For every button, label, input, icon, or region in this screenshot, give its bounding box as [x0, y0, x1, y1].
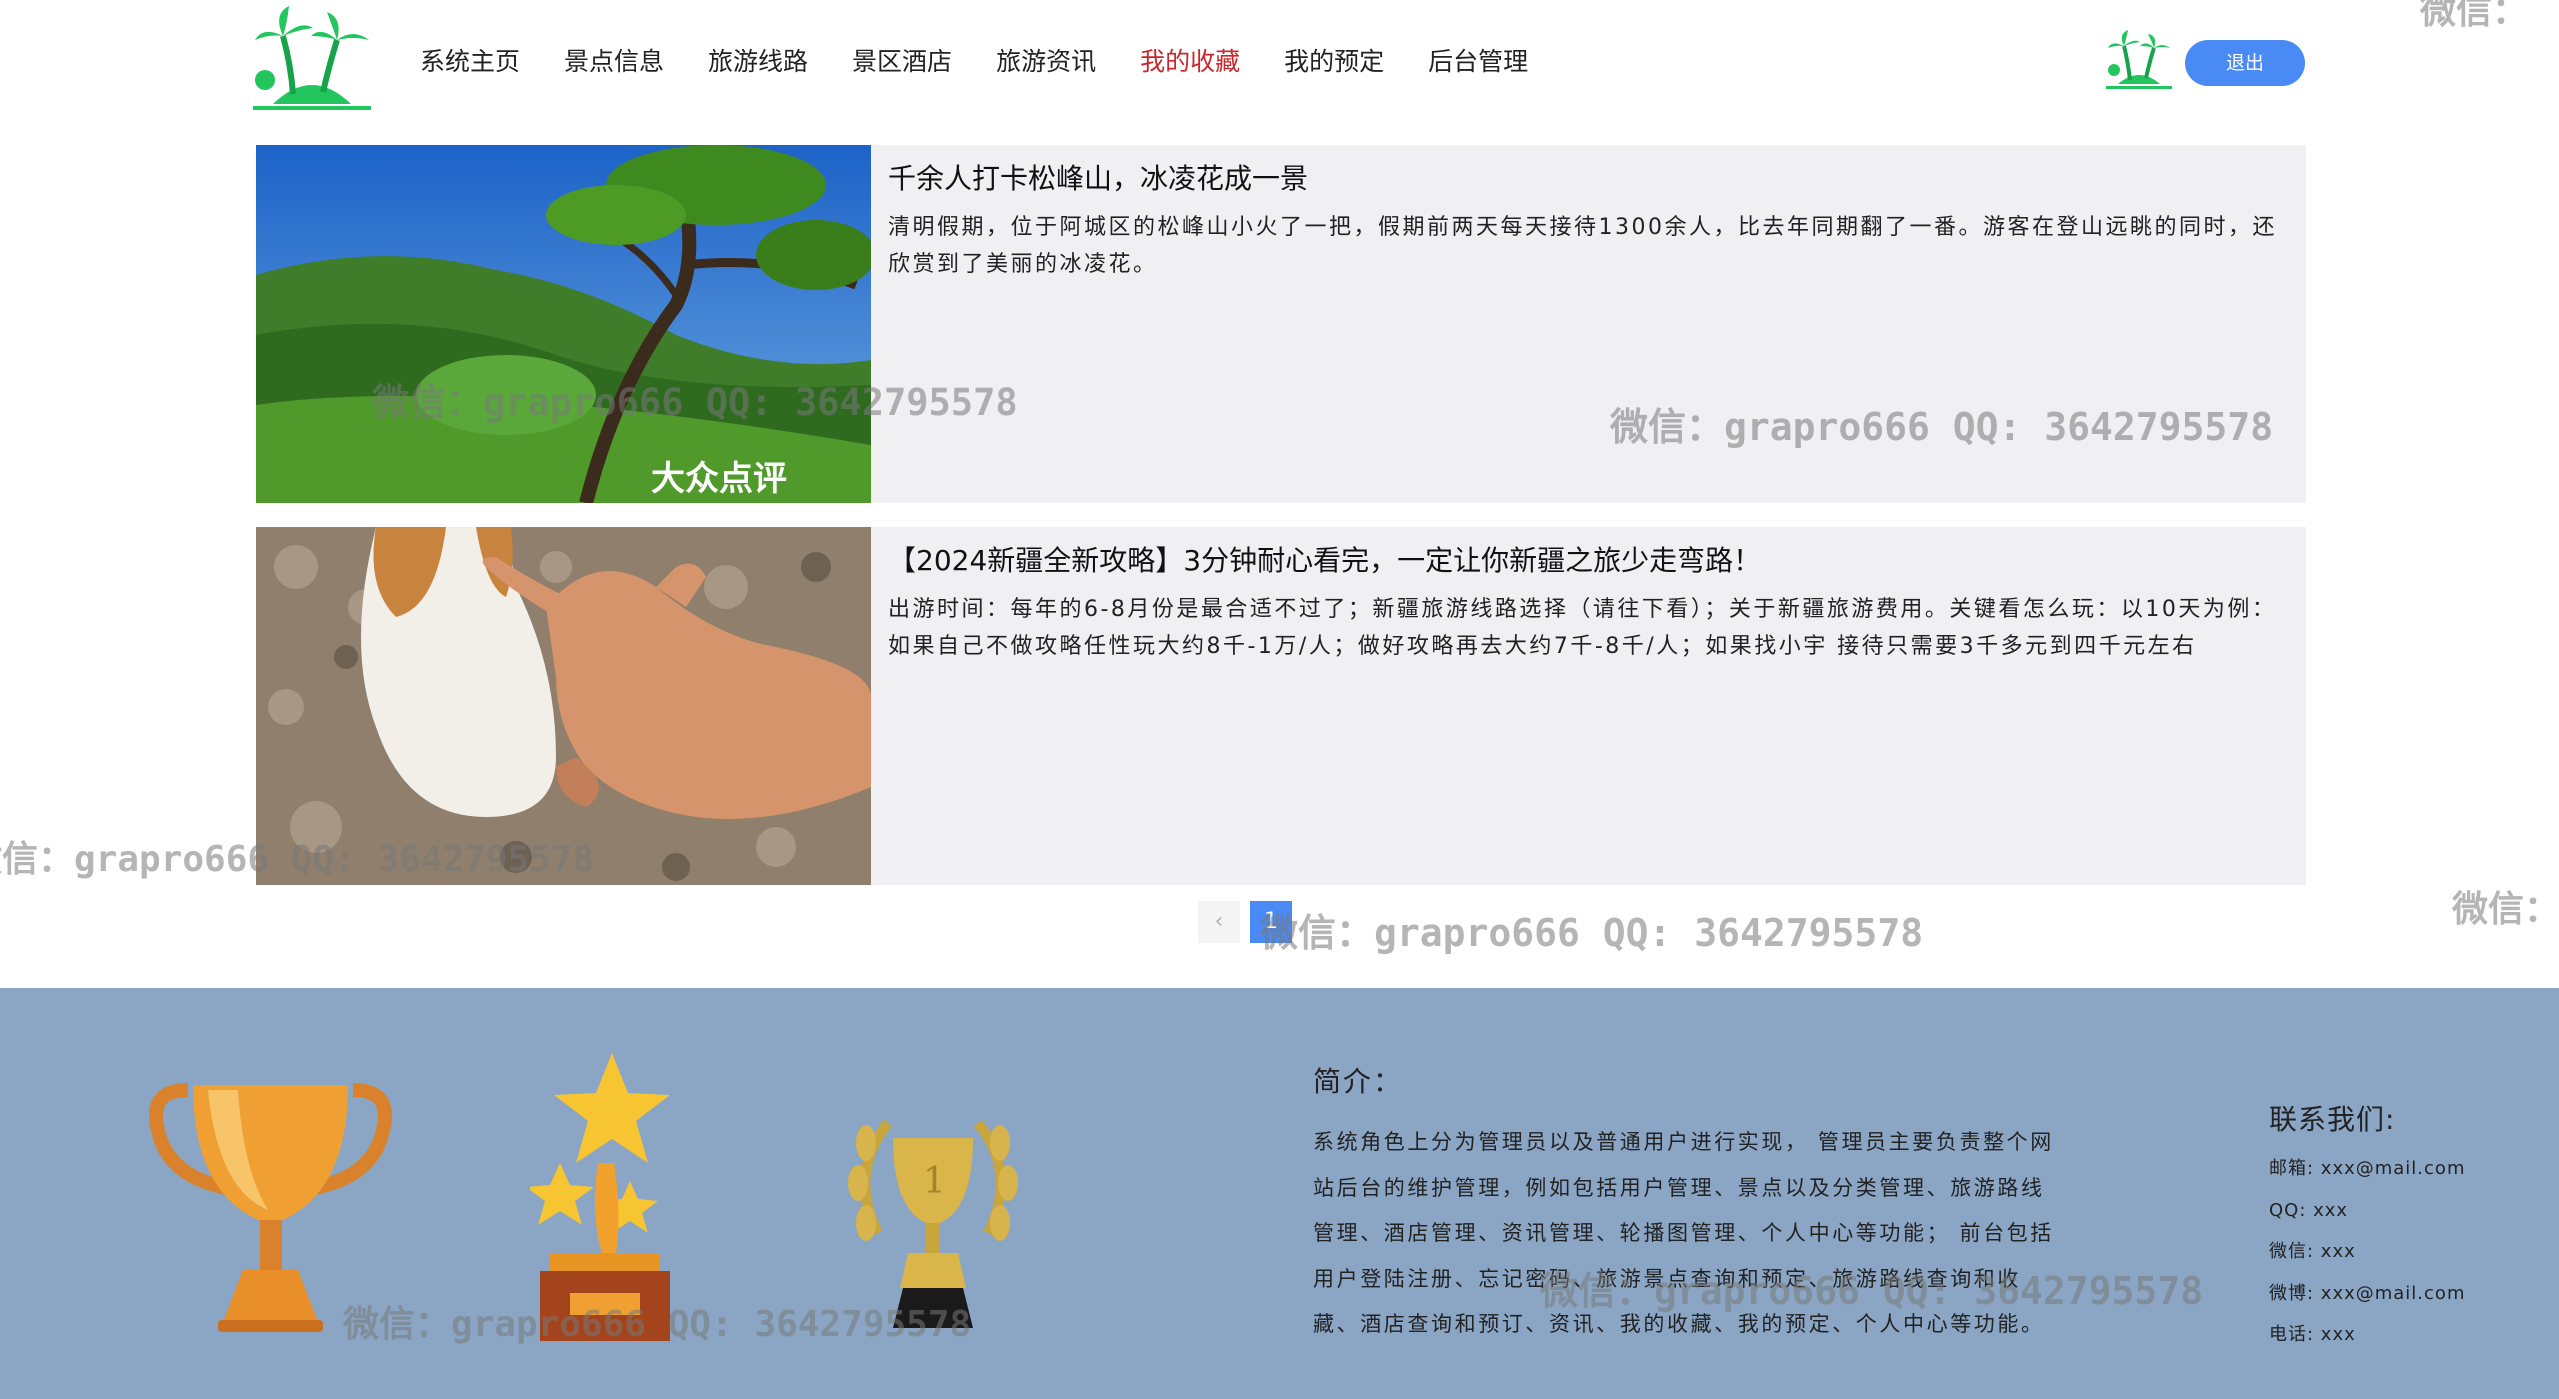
news-thumbnail-mountain[interactable]: 大众点评	[256, 145, 871, 503]
site-footer: 1 简介： 系统角色上分为管理员以及普通用户进行实现， 管理员主要负责整个网站后…	[0, 988, 2559, 1399]
watermark: 微信：grapro666 QQ: 3642795578	[1260, 911, 1924, 955]
laurel-trophy-icon: 1	[848, 1119, 1018, 1328]
contact-email: 邮箱: xxx@mail.com	[2269, 1158, 2466, 1179]
prev-page-button[interactable]: ‹	[1198, 901, 1240, 943]
nav-item-routes[interactable]: 旅游线路	[708, 40, 808, 84]
svg-text:1: 1	[923, 1161, 946, 1202]
watermark: 微信：	[2452, 889, 2559, 930]
contact-weibo: 微博: xxx@mail.com	[2269, 1282, 2466, 1304]
nav-item-hotels[interactable]: 景区酒店	[852, 40, 952, 84]
palm-tree-logo-icon[interactable]	[253, 6, 371, 116]
nav-item-attractions[interactable]: 景点信息	[564, 40, 664, 84]
nav-item-admin[interactable]: 后台管理	[1428, 40, 1528, 84]
contact-qq: QQ: xxx	[2269, 1199, 2349, 1221]
news-card[interactable]: 【2024新疆全新攻略】3分钟耐心看完，一定让你新疆之旅少走弯路！ 出游时间：每…	[256, 527, 2306, 885]
main-nav: 系统主页 景点信息 旅游线路 景区酒店 旅游资讯 我的收藏 我的预定 后台管理	[420, 40, 1572, 84]
contact-phone: 电话: xxx	[2269, 1324, 2356, 1345]
user-avatar-icon[interactable]	[2106, 30, 2172, 92]
news-title[interactable]: 千余人打卡松峰山，冰凌花成一景	[888, 157, 1308, 197]
nav-item-favorites[interactable]: 我的收藏	[1140, 40, 1240, 84]
trophy-cup-icon	[149, 1083, 392, 1332]
nav-item-bookings[interactable]: 我的预定	[1284, 40, 1384, 84]
image-source-label: 大众点评	[651, 459, 787, 499]
page-number-current[interactable]: 1	[1250, 901, 1292, 943]
news-title[interactable]: 【2024新疆全新攻略】3分钟耐心看完，一定让你新疆之旅少走弯路！	[888, 539, 1761, 579]
nav-item-news[interactable]: 旅游资讯	[996, 40, 1096, 84]
chevron-left-icon: ‹	[1214, 909, 1224, 934]
contact-wechat: 微信: xxx	[2269, 1241, 2356, 1262]
pagination: ‹ 1	[1198, 901, 1292, 943]
news-summary: 出游时间：每年的6-8月份是最合适不过了；新疆旅游线路选择（请往下看）；关于新疆…	[888, 597, 2277, 659]
contact-heading: 联系我们:	[2269, 1103, 2396, 1136]
contact-list: 邮箱: xxx@mail.com QQ: xxx 微信: xxx 微博: xxx…	[2269, 1148, 2465, 1356]
news-thumbnail-hand-paw[interactable]	[256, 527, 871, 885]
news-card[interactable]: 大众点评 千余人打卡松峰山，冰凌花成一景 清明假期，位于阿城区的松峰山小火了一把…	[256, 145, 2306, 503]
intro-text: 系统角色上分为管理员以及普通用户进行实现， 管理员主要负责整个网站后台的维护管理…	[1313, 1130, 2054, 1336]
site-header: 系统主页 景点信息 旅游线路 景区酒店 旅游资讯 我的收藏 我的预定 后台管理 …	[0, 0, 2559, 130]
nav-item-home[interactable]: 系统主页	[420, 40, 520, 84]
star-trophy-icon	[530, 1053, 670, 1341]
logout-button[interactable]: 退出	[2185, 40, 2305, 86]
intro-heading: 简介：	[1313, 1065, 1404, 1098]
news-summary: 清明假期，位于阿城区的松峰山小火了一把，假期前两天每天接待1300余人，比去年同…	[888, 215, 2277, 277]
